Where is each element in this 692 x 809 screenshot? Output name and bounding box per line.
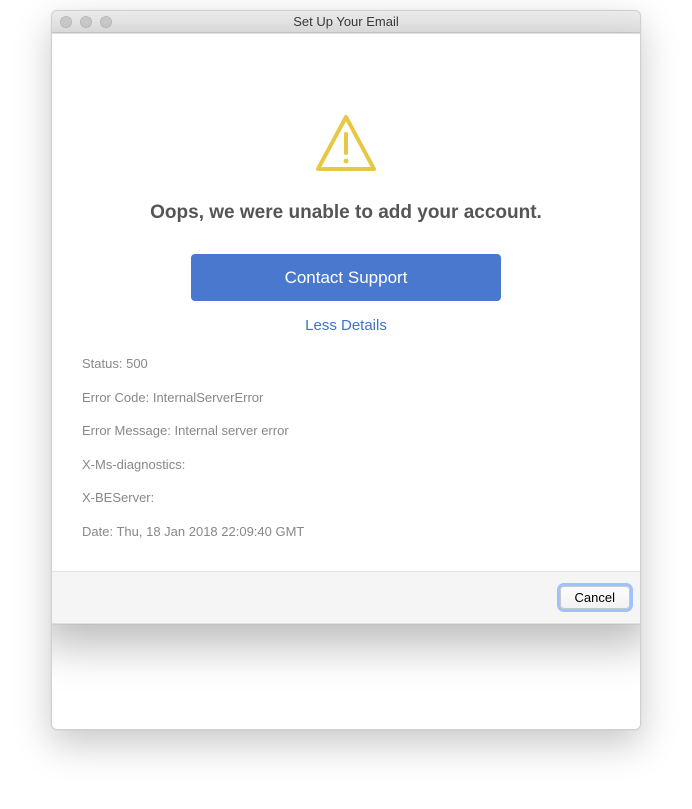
date-value: Thu, 18 Jan 2018 22:09:40 GMT: [116, 524, 304, 539]
error-message-value: Internal server error: [175, 423, 289, 438]
status-value: 500: [126, 356, 148, 371]
date-label: Date:: [82, 524, 113, 539]
zoom-window-icon[interactable]: [100, 16, 112, 28]
contact-support-button[interactable]: Contact Support: [191, 254, 501, 301]
detail-beserver: X-BEServer:: [82, 488, 610, 508]
detail-status: Status: 500: [82, 354, 610, 374]
diagnostics-label: X-Ms-diagnostics:: [82, 457, 185, 472]
window-title: Set Up Your Email: [52, 14, 640, 29]
error-code-value: InternalServerError: [153, 390, 264, 405]
titlebar[interactable]: Set Up Your Email: [52, 11, 640, 33]
detail-diagnostics: X-Ms-diagnostics:: [82, 455, 610, 475]
dialog-footer: Cancel: [51, 571, 641, 623]
cancel-button[interactable]: Cancel: [560, 586, 630, 609]
detail-error-code: Error Code: InternalServerError: [82, 388, 610, 408]
warning-icon: [315, 114, 377, 172]
detail-error-message: Error Message: Internal server error: [82, 421, 610, 441]
error-message-label: Error Message:: [82, 423, 171, 438]
traffic-lights: [52, 16, 112, 28]
error-code-label: Error Code:: [82, 390, 149, 405]
dialog-content: Oops, we were unable to add your account…: [51, 34, 641, 571]
error-heading: Oops, we were unable to add your account…: [82, 202, 610, 224]
status-label: Status:: [82, 356, 122, 371]
error-details: Status: 500 Error Code: InternalServerEr…: [82, 354, 610, 541]
detail-date: Date: Thu, 18 Jan 2018 22:09:40 GMT: [82, 522, 610, 542]
close-window-icon[interactable]: [60, 16, 72, 28]
less-details-toggle[interactable]: Less Details: [305, 317, 387, 334]
beserver-label: X-BEServer:: [82, 490, 154, 505]
app-window: Set Up Your Email Oops, we were unable t…: [51, 10, 641, 730]
error-dialog: Oops, we were unable to add your account…: [51, 33, 641, 624]
minimize-window-icon[interactable]: [80, 16, 92, 28]
